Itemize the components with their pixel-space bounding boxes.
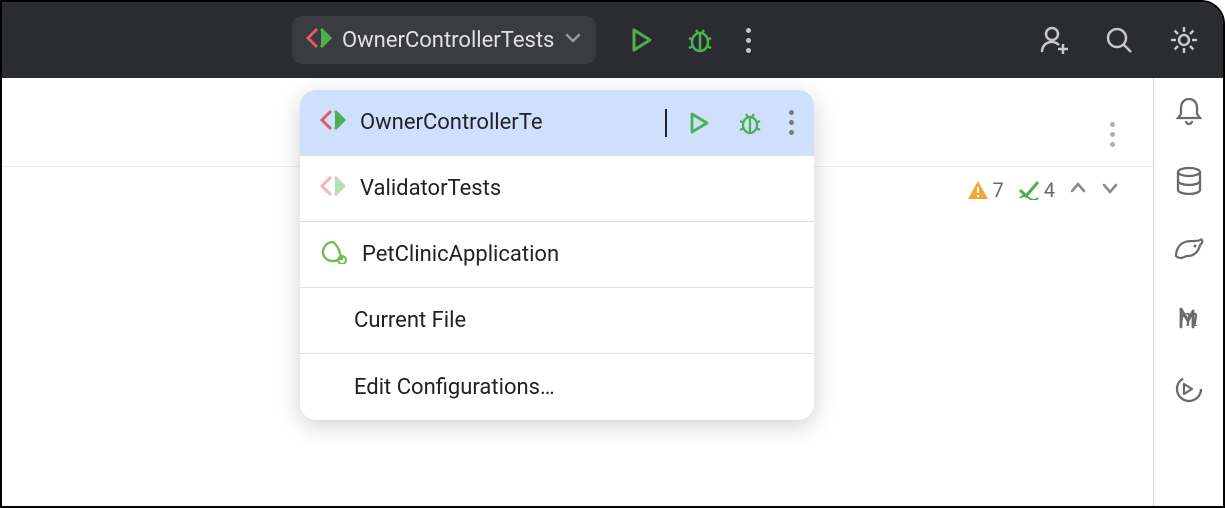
dropdown-item-label: PetClinicApplication <box>362 242 794 267</box>
dropdown-item-label: ValidatorTests <box>360 176 794 201</box>
dropdown-item-label: Current File <box>354 308 794 333</box>
toolbar-right-actions <box>1039 25 1199 55</box>
dropdown-item-label: Edit Configurations… <box>354 375 794 400</box>
coverage-button[interactable] <box>1174 374 1204 404</box>
dropdown-item-validator-tests[interactable]: ValidatorTests <box>300 156 814 222</box>
text-cursor <box>665 109 667 137</box>
search-button[interactable] <box>1105 26 1133 54</box>
dropdown-item-owner-controller-tests[interactable]: OwnerControllerTe <box>300 90 814 156</box>
dropdown-item-current-file[interactable]: Current File <box>300 288 814 354</box>
dropdown-item-edit-configs[interactable]: Edit Configurations… <box>300 354 814 420</box>
run-config-label: OwnerControllerTests <box>342 28 554 53</box>
settings-button[interactable] <box>1169 25 1199 55</box>
maven-button[interactable]: m <box>1178 302 1198 334</box>
chevron-down-icon <box>564 29 582 51</box>
notifications-button[interactable] <box>1175 96 1203 126</box>
prev-highlight-button[interactable] <box>1069 178 1087 202</box>
dropdown-item-label: OwnerControllerTe <box>360 110 657 135</box>
run-button[interactable] <box>687 111 711 135</box>
toolbar-run-actions <box>628 27 751 53</box>
run-config-dropdown: OwnerControllerTe <box>300 90 814 420</box>
add-user-button[interactable] <box>1039 25 1069 55</box>
inspection-widget[interactable]: 7 4 <box>967 178 1120 202</box>
run-button[interactable] <box>628 27 654 53</box>
editor-more-button[interactable] <box>1110 122 1115 147</box>
gradle-button[interactable] <box>1173 236 1205 262</box>
editor-area: 7 4 OwnerControllerTe <box>2 78 1223 506</box>
test-config-muted-icon <box>320 175 346 203</box>
weak-warnings-badge[interactable]: 4 <box>1018 178 1055 202</box>
main-toolbar: OwnerControllerTests <box>2 2 1223 78</box>
right-tool-sidebar: m <box>1153 78 1223 506</box>
warnings-badge[interactable]: 7 <box>967 178 1004 202</box>
next-highlight-button[interactable] <box>1101 178 1119 202</box>
more-actions-button[interactable] <box>746 28 751 53</box>
dropdown-item-actions <box>687 110 794 135</box>
item-more-button[interactable] <box>789 110 794 135</box>
warnings-count: 7 <box>993 178 1004 202</box>
debug-button[interactable] <box>737 111 763 135</box>
spring-boot-icon <box>320 240 348 270</box>
test-config-icon <box>306 27 332 53</box>
dropdown-item-petclinic-app[interactable]: PetClinicApplication <box>300 222 814 288</box>
test-config-icon <box>320 109 346 137</box>
weak-warnings-count: 4 <box>1044 178 1055 202</box>
debug-button[interactable] <box>686 27 714 53</box>
database-button[interactable] <box>1175 166 1203 196</box>
run-config-selector[interactable]: OwnerControllerTests <box>292 16 596 64</box>
